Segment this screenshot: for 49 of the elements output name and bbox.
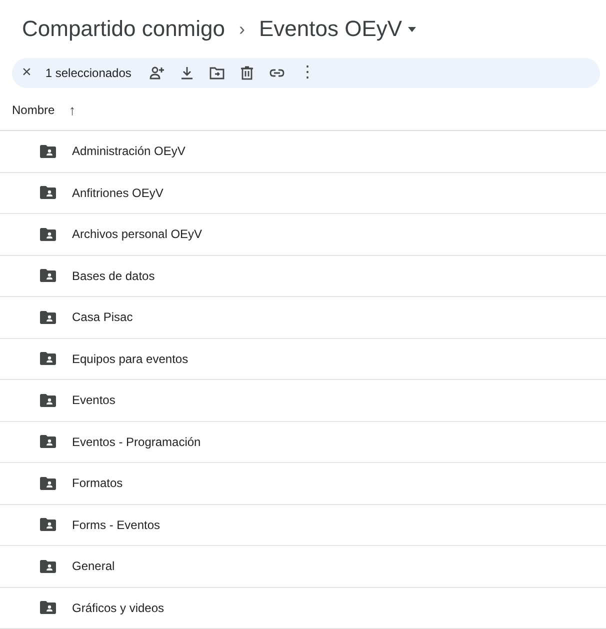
shared-folder-icon	[40, 601, 56, 614]
folder-name: Formatos	[72, 476, 123, 490]
folder-name: Bases de datos	[72, 268, 155, 283]
folder-name: Archivos personal OEyV	[72, 227, 202, 242]
download-icon[interactable]	[179, 65, 196, 81]
folder-row[interactable]: Administración OEyV	[0, 131, 606, 172]
folder-row[interactable]: Eventos	[0, 380, 606, 422]
shared-folder-icon	[40, 476, 56, 490]
folder-name: Gráficos y videos	[72, 600, 164, 615]
shared-folder-icon	[40, 228, 56, 241]
breadcrumb-link[interactable]: Compartido conmigo	[22, 16, 225, 42]
folder-row[interactable]: Gráficos y videos	[0, 588, 606, 629]
folder-name: Administración OEyV	[72, 144, 186, 158]
shared-folder-icon	[40, 269, 56, 282]
add-person-icon[interactable]	[149, 65, 166, 81]
move-to-folder-icon[interactable]	[209, 65, 226, 81]
folder-row[interactable]: General	[0, 546, 606, 588]
shared-folder-icon	[40, 186, 56, 200]
name-column-header[interactable]: Nombre	[12, 103, 55, 117]
folder-row[interactable]: Eventos - Programación	[0, 422, 606, 463]
shared-folder-icon	[40, 144, 56, 158]
shared-folder-icon	[40, 394, 56, 407]
folder-name: Forms - Eventos	[72, 518, 160, 532]
folder-row[interactable]: Archivos personal OEyV	[0, 214, 606, 256]
breadcrumb-separator: ›	[238, 18, 245, 40]
folder-row[interactable]: Anfitriones OEyV	[0, 172, 606, 214]
sort-arrow[interactable]: ↑	[68, 102, 76, 118]
shared-folder-icon	[40, 352, 56, 366]
folder-name: Equipos para eventos	[72, 352, 188, 366]
trash-icon[interactable]	[239, 65, 256, 81]
folder-name: Eventos - Programación	[72, 434, 201, 449]
folder-row[interactable]: Formatos	[0, 463, 606, 504]
shared-folder-icon	[40, 435, 56, 448]
selection-count: 1 seleccionados	[45, 66, 132, 80]
shared-folder-icon	[40, 310, 56, 324]
caret-icon	[408, 26, 416, 32]
shared-folder-icon	[40, 560, 56, 573]
folder-name: Eventos	[72, 393, 116, 408]
close-button[interactable]: ×	[22, 65, 32, 81]
folder-row[interactable]: Equipos para eventos	[0, 338, 606, 380]
folder-name: Casa Pisac	[72, 310, 133, 324]
folder-row[interactable]: Forms - Eventos	[0, 504, 606, 546]
current-folder-button[interactable]: Eventos OEyV	[258, 16, 416, 42]
folder-row[interactable]: Casa Pisac	[0, 297, 606, 338]
more-options-button[interactable]: ⋮	[299, 65, 316, 81]
folder-name: Anfitriones OEyV	[72, 186, 164, 200]
shared-folder-icon	[40, 518, 56, 532]
folder-row[interactable]: Bases de datos	[0, 256, 606, 297]
folder-name: General	[72, 559, 115, 574]
